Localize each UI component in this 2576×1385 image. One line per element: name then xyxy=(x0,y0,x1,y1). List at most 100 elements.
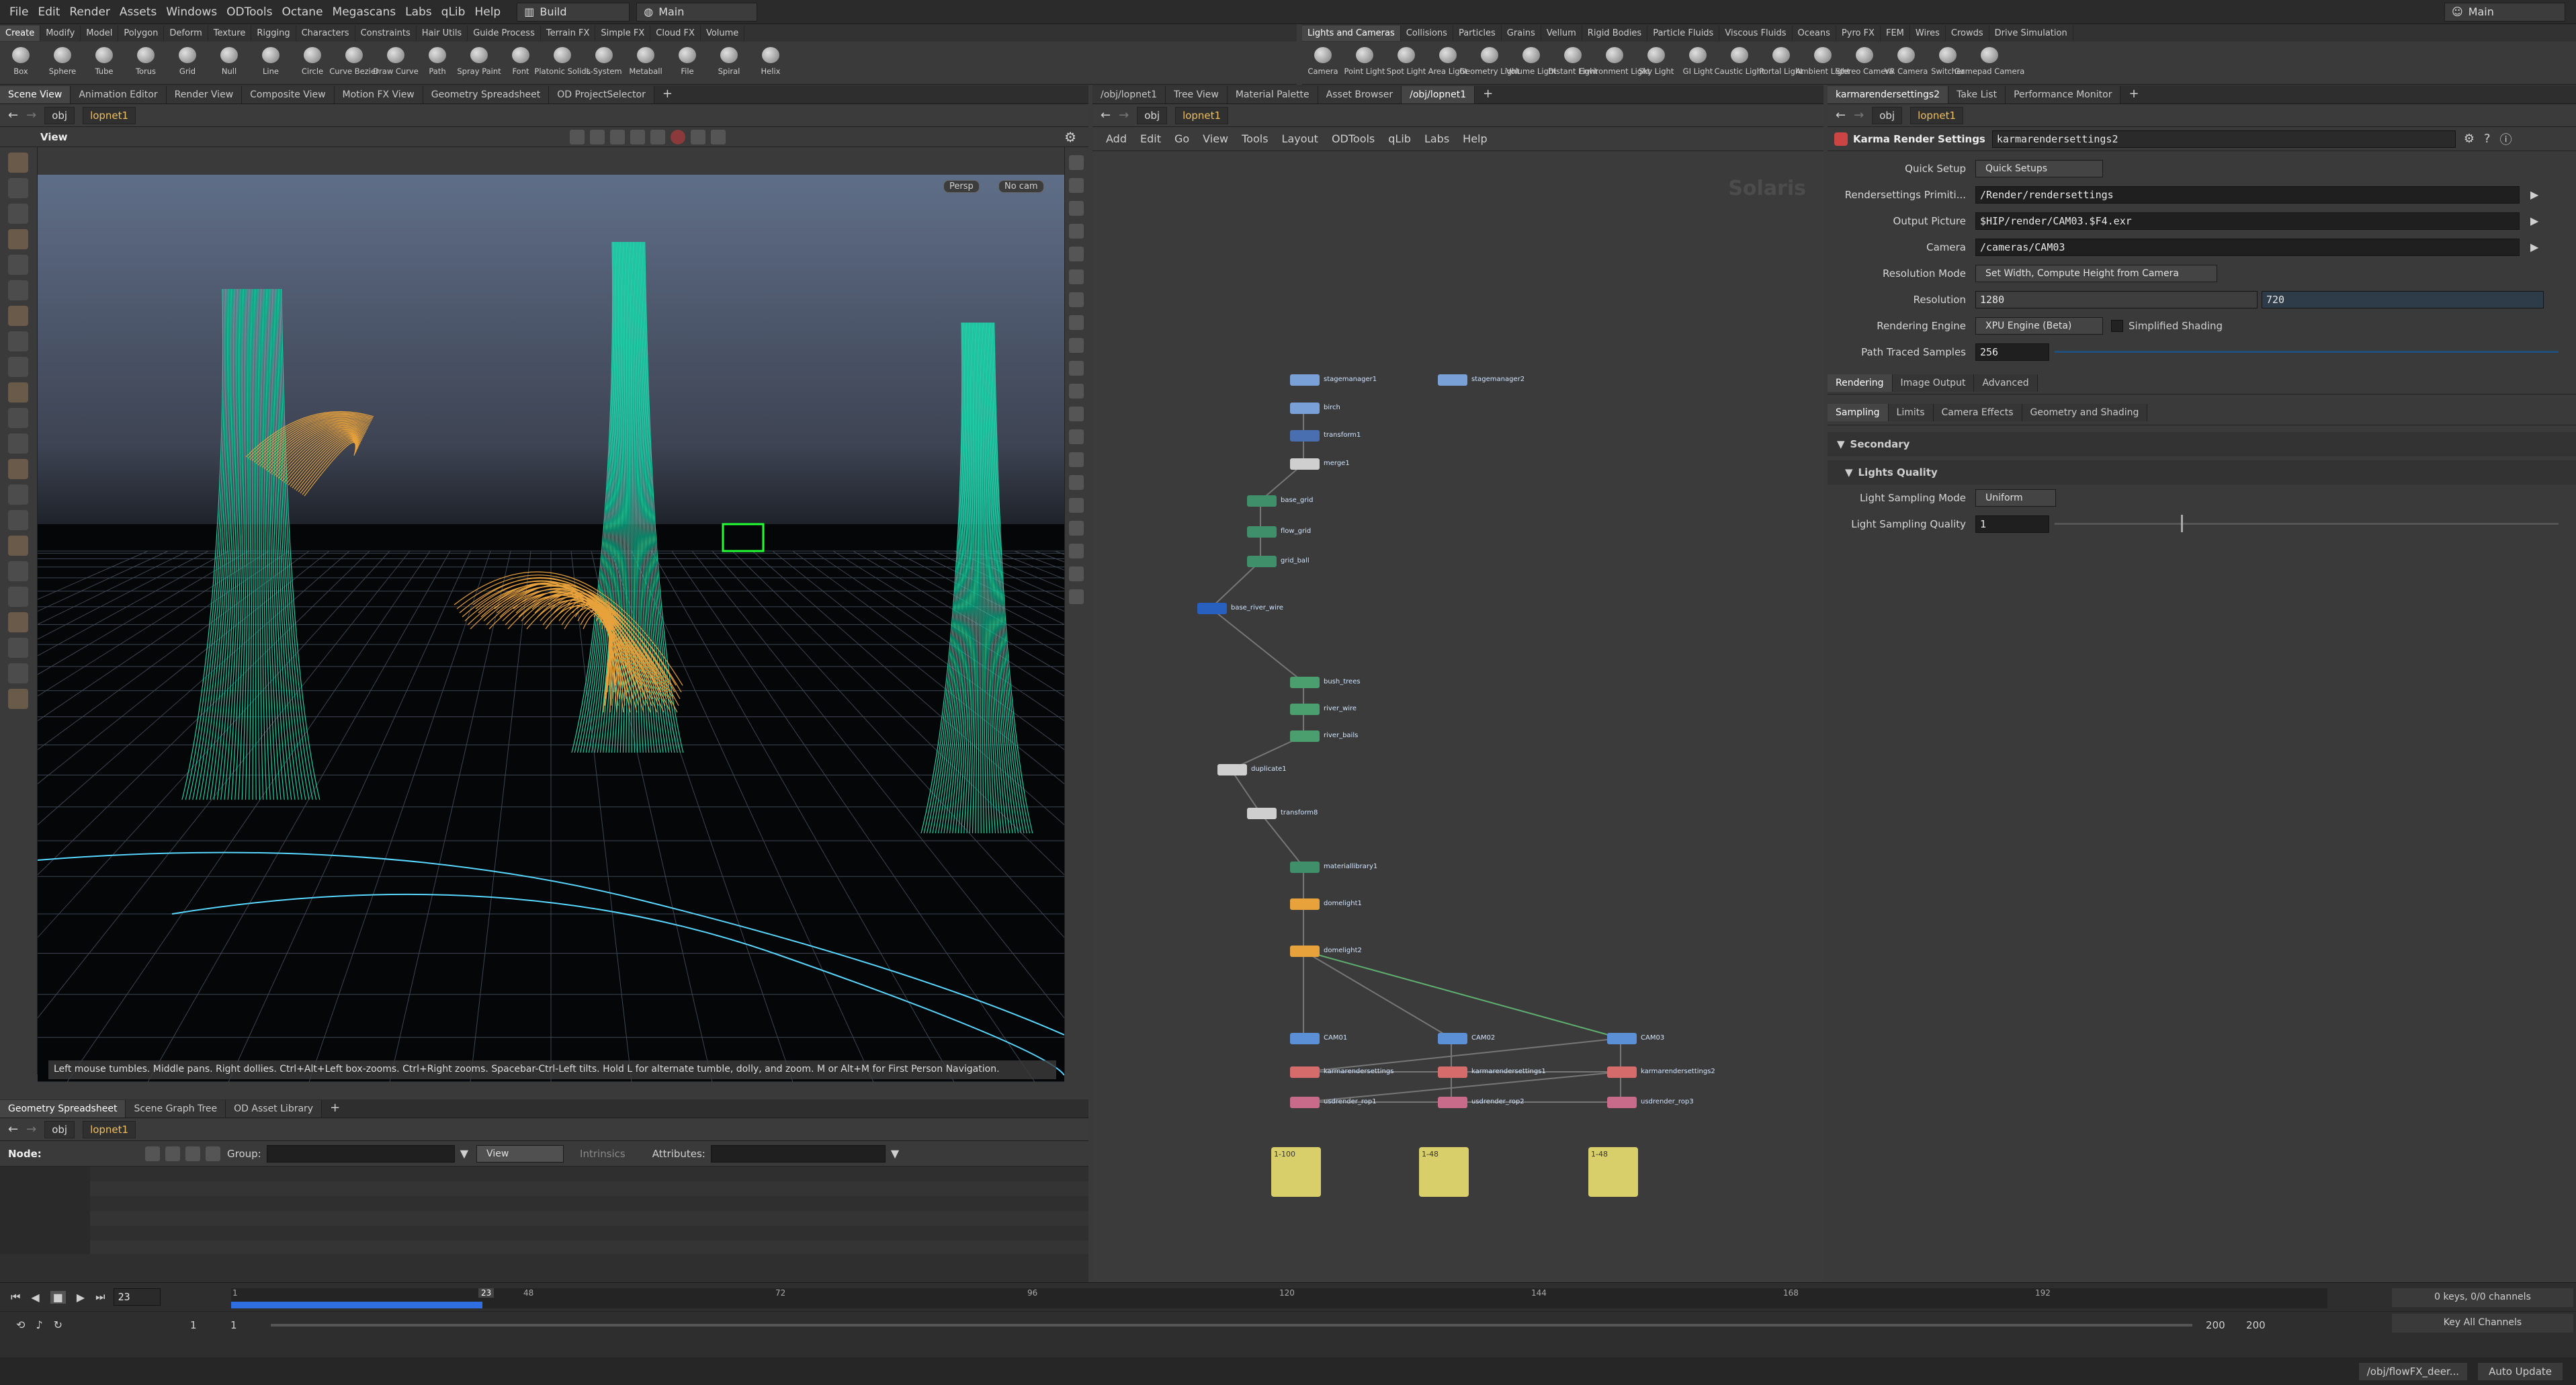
view-menu[interactable]: View xyxy=(476,1144,564,1163)
pane-tab-obj-lopnet1[interactable]: /obj/lopnet1 xyxy=(1402,86,1475,103)
display-option-icon[interactable] xyxy=(1069,315,1084,330)
pane-tab-animation-editor[interactable]: Animation Editor xyxy=(71,86,167,103)
select-mode-icon[interactable] xyxy=(590,129,605,144)
viewer-tool-icon[interactable] xyxy=(8,459,28,479)
light-sampling-mode-menu[interactable]: Uniform xyxy=(1975,489,2056,507)
key-all-channels[interactable]: Key All Channels xyxy=(2392,1314,2573,1333)
display-option-icon[interactable] xyxy=(1069,155,1084,170)
tool-caustic-light[interactable]: Caustic Light xyxy=(1715,42,1764,85)
handle-icon[interactable] xyxy=(610,129,626,144)
background-icon[interactable] xyxy=(691,129,706,144)
display-option-icon[interactable] xyxy=(1069,361,1084,376)
pane-tab-geometry-spreadsheet[interactable]: Geometry Spreadsheet xyxy=(423,86,550,103)
tool-metaball[interactable]: Metaball xyxy=(625,42,667,85)
network-node[interactable] xyxy=(1290,946,1320,957)
step-back-icon[interactable]: ◀ xyxy=(31,1291,39,1304)
display-option-icon[interactable] xyxy=(1069,589,1084,604)
quick-setup-menu[interactable]: Quick Setups xyxy=(1975,159,2103,177)
pane-tab-karmarendersettings2[interactable]: karmarendersettings2 xyxy=(1828,86,1949,103)
menu-render[interactable]: Render xyxy=(69,5,110,19)
tool-curve-bezier[interactable]: Curve Bezier xyxy=(329,42,379,85)
param-camera-field[interactable]: /cameras/CAM03 xyxy=(1975,238,2520,256)
pane-tab-motion-fx-view[interactable]: Motion FX View xyxy=(334,86,423,103)
shelf-tab-rigging[interactable]: Rigging xyxy=(251,25,296,41)
network-node[interactable] xyxy=(1290,430,1320,442)
group-field[interactable] xyxy=(266,1144,455,1163)
network-node[interactable] xyxy=(1607,1097,1637,1108)
help-icon[interactable]: ? xyxy=(2484,132,2491,146)
resolution-mode-menu[interactable]: Set Width, Compute Height from Camera xyxy=(1975,264,2217,282)
pane-tab-render-view[interactable]: Render View xyxy=(166,86,243,103)
tool-path[interactable]: Path xyxy=(417,42,458,85)
network-node[interactable] xyxy=(1247,495,1277,507)
shelf-tab-polygon[interactable]: Polygon xyxy=(118,25,165,41)
viewer-tool-icon[interactable] xyxy=(8,638,28,658)
viewer-tool-icon[interactable] xyxy=(8,280,28,300)
shelf-tab-particles[interactable]: Particles xyxy=(1453,25,1502,41)
pane-tab-composite-view[interactable]: Composite View xyxy=(242,86,335,103)
chooser-icon[interactable]: ▶ xyxy=(2530,241,2538,253)
filter-icon[interactable]: ▼ xyxy=(891,1147,899,1160)
shelf-tab-modify[interactable]: Modify xyxy=(40,25,81,41)
tool-torus[interactable]: Torus xyxy=(125,42,167,85)
path-obj[interactable]: obj xyxy=(1137,106,1168,124)
shelf-tab-terrain-fx[interactable]: Terrain FX xyxy=(541,25,596,41)
viewer-tool-icon[interactable] xyxy=(8,561,28,581)
tool-tube[interactable]: Tube xyxy=(83,42,125,85)
slider-handle[interactable] xyxy=(2180,515,2183,532)
intrinsics-label[interactable]: Intrinsics xyxy=(580,1148,626,1160)
jump-start-icon[interactable]: ⏮ xyxy=(11,1290,20,1304)
viewer-tool-icon[interactable] xyxy=(8,331,28,351)
display-option-icon[interactable] xyxy=(1069,566,1084,581)
path-obj[interactable]: obj xyxy=(44,1120,75,1138)
display-option-icon[interactable] xyxy=(1069,384,1084,398)
tool-environment-light[interactable]: Environment Light xyxy=(1579,42,1650,85)
shelf-tab-crowds[interactable]: Crowds xyxy=(1946,25,1989,41)
tool-platonic-solids[interactable]: Platonic Solids xyxy=(534,42,591,85)
menu-file[interactable]: File xyxy=(9,5,28,19)
menu-labs[interactable]: Labs xyxy=(405,5,432,19)
viewer-tool-icon[interactable] xyxy=(8,663,28,683)
net-menu-help[interactable]: Help xyxy=(1463,132,1487,145)
timeline-track[interactable]: 1 23 48 72 96 120 144 168 192 xyxy=(231,1288,2327,1308)
folder-tab-camera-effects[interactable]: Camera Effects xyxy=(1933,403,2022,421)
range-start-2[interactable]: 1 xyxy=(230,1319,271,1331)
shelf-tab-pyro-fx[interactable]: Pyro FX xyxy=(1836,25,1881,41)
range-end-2[interactable]: 200 xyxy=(2246,1319,2286,1331)
tool-portal-light[interactable]: Portal Light xyxy=(1759,42,1803,85)
light-sampling-quality-field[interactable]: 1 xyxy=(1975,515,2049,533)
menu-octane[interactable]: Octane xyxy=(282,5,323,19)
tool-distant-light[interactable]: Distant Light xyxy=(1548,42,1598,85)
display-option-icon[interactable] xyxy=(1069,201,1084,216)
pane-tab-tree-view[interactable]: Tree View xyxy=(1166,86,1228,103)
shelf-tab-create[interactable]: Create xyxy=(0,25,41,41)
pane-tab-od-asset-library[interactable]: OD Asset Library xyxy=(226,1100,323,1118)
viewer-tool-icon[interactable] xyxy=(8,255,28,275)
viewer-tool-icon[interactable] xyxy=(8,433,28,454)
display-option-icon[interactable] xyxy=(1069,407,1084,421)
stop-icon[interactable]: ■ xyxy=(50,1290,66,1304)
sticky-note[interactable]: 1-48 xyxy=(1588,1147,1638,1197)
tool-sphere[interactable]: Sphere xyxy=(42,42,83,85)
lights-quality-section[interactable]: ▼ Lights Quality xyxy=(1828,460,2576,485)
forward-icon[interactable]: → xyxy=(26,1122,36,1136)
tool-vr-camera[interactable]: VR Camera xyxy=(1885,42,1928,85)
tool-circle[interactable]: Circle xyxy=(292,42,333,85)
camera-menu[interactable]: No cam xyxy=(998,180,1044,193)
add-tab-icon[interactable]: + xyxy=(2129,87,2139,101)
tool-font[interactable]: Font xyxy=(500,42,542,85)
network-node[interactable] xyxy=(1438,1066,1467,1078)
menu-odtools[interactable]: ODTools xyxy=(226,5,272,19)
network-node[interactable] xyxy=(1247,556,1277,567)
shelf-tab-lights-and-cameras[interactable]: Lights and Cameras xyxy=(1302,25,1401,41)
tool-point-light[interactable]: Point Light xyxy=(1344,42,1385,85)
network-node[interactable] xyxy=(1290,704,1320,715)
viewer-tool-icon[interactable] xyxy=(8,612,28,632)
shelf-tab-model[interactable]: Model xyxy=(81,25,119,41)
tool-null[interactable]: Null xyxy=(208,42,250,85)
shelf-tab-oceans[interactable]: Oceans xyxy=(1793,25,1836,41)
viewport-3d[interactable]: Persp No cam Left mouse tumbles. Middle … xyxy=(38,175,1064,1082)
network-node[interactable] xyxy=(1290,730,1320,742)
param-output-picture-field[interactable]: $HIP/render/CAM03.$F4.exr xyxy=(1975,212,2520,230)
network-node[interactable] xyxy=(1438,1033,1467,1044)
